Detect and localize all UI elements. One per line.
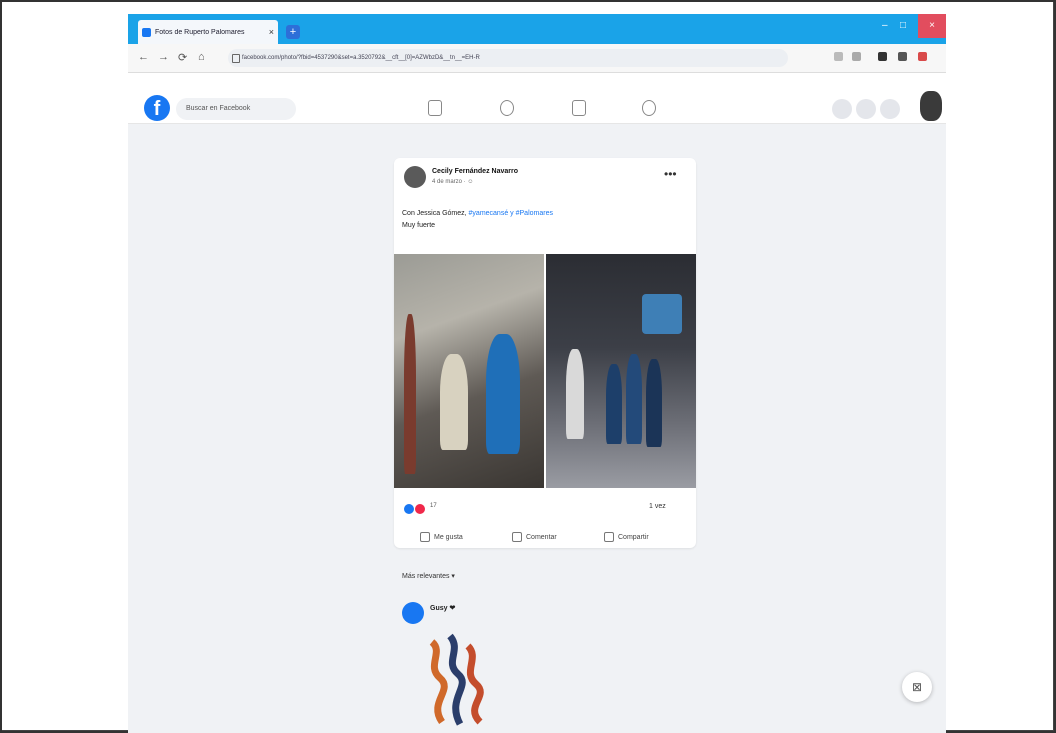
tab-close-icon[interactable]: ×: [269, 27, 278, 37]
photo-person-figure: [626, 354, 642, 444]
thumbs-up-icon: [420, 532, 430, 542]
tab-bar: Fotos de Ruperto Palomares × + – □ ×: [128, 14, 946, 44]
comments-sort-toggle[interactable]: Más relevantes ▾: [402, 572, 455, 580]
photo-person-figure: [646, 359, 662, 447]
photo-door-frame: [404, 314, 416, 474]
frame-border-top: [0, 0, 1056, 2]
post-photo-left[interactable]: [394, 254, 544, 488]
collections-icon[interactable]: [898, 52, 907, 61]
browser-tab[interactable]: Fotos de Ruperto Palomares ×: [138, 20, 278, 44]
new-tab-button[interactable]: +: [286, 25, 300, 39]
minimize-button[interactable]: –: [882, 20, 888, 31]
groups-nav-icon[interactable]: [642, 100, 656, 116]
reaction-count[interactable]: 17: [430, 503, 437, 509]
share-label: Compartir: [618, 533, 649, 541]
share-icon: [604, 532, 614, 542]
post-text-suffix: Muy fuerte: [402, 222, 436, 229]
reaction-icons[interactable]: [404, 504, 425, 514]
post-hashtag-link[interactable]: #Palomares: [516, 210, 553, 217]
photo-person-figure: [486, 334, 520, 454]
account-avatar[interactable]: [920, 91, 942, 121]
comment-button[interactable]: Comentar: [512, 532, 557, 542]
share-count[interactable]: 1 vez: [649, 503, 666, 510]
facebook-favicon-icon: [142, 27, 151, 37]
like-label: Me gusta: [434, 533, 463, 541]
home-nav-icon[interactable]: [428, 100, 442, 116]
photo-person-figure: [566, 349, 584, 439]
post-action-bar: Me gusta Comentar Compartir: [394, 532, 696, 548]
watch-nav-icon[interactable]: [500, 100, 514, 116]
facebook-search-input[interactable]: Buscar en Facebook: [176, 98, 296, 120]
comment-icon: [512, 532, 522, 542]
comment-sticker-image: [429, 633, 484, 726]
home-button[interactable]: ⌂: [198, 51, 205, 63]
like-reaction-icon: [404, 504, 414, 514]
post-text: Con Jessica Gómez, #yamecansé y #Palomar…: [402, 208, 688, 232]
post-timestamp[interactable]: 4 de marzo · ☺: [432, 179, 473, 185]
post-text-prefix: Con Jessica Gómez,: [402, 210, 469, 217]
close-viewer-button[interactable]: ⊠: [902, 672, 932, 702]
photo-person-figure: [606, 364, 622, 444]
maximize-button[interactable]: □: [900, 20, 906, 31]
photo-person-figure: [440, 354, 468, 450]
notifications-icon[interactable]: [880, 99, 900, 119]
comment-label: Comentar: [526, 533, 557, 541]
commenter-avatar[interactable]: [402, 602, 424, 624]
facebook-header: f Buscar en Facebook: [128, 73, 946, 124]
post-author-avatar[interactable]: [404, 166, 426, 188]
reload-button[interactable]: ⟳: [178, 51, 187, 64]
zoom-icon[interactable]: [834, 52, 843, 61]
url-input[interactable]: facebook.com/photo/?fbid=4537290&set=a.3…: [228, 49, 788, 67]
post-photo-right[interactable]: [546, 254, 696, 488]
marketplace-nav-icon[interactable]: [572, 100, 586, 116]
share-button[interactable]: Compartir: [604, 532, 649, 542]
photo-flag: [642, 294, 682, 334]
like-button[interactable]: Me gusta: [420, 532, 463, 542]
frame-border-left: [0, 0, 2, 733]
browser-window: Fotos de Ruperto Palomares × + – □ × ← →…: [128, 14, 946, 733]
lock-icon: [232, 54, 240, 63]
extension-icon[interactable]: [878, 52, 887, 61]
back-button[interactable]: ←: [138, 51, 149, 63]
tab-title: Fotos de Ruperto Palomares: [155, 28, 245, 36]
post-author-name[interactable]: Cecily Fernández Navarro: [432, 168, 518, 175]
menu-grid-icon[interactable]: [832, 99, 852, 119]
more-options-icon[interactable]: •••: [664, 167, 677, 181]
post-mention-link[interactable]: #yamecansé y: [469, 210, 516, 217]
address-bar: ← → ⟳ ⌂ facebook.com/photo/?fbid=4537290…: [128, 44, 946, 73]
messenger-icon[interactable]: [856, 99, 876, 119]
profile-icon[interactable]: [918, 52, 927, 61]
love-reaction-icon: [415, 504, 425, 514]
commenter-name[interactable]: Gusy ❤: [430, 604, 455, 612]
forward-button[interactable]: →: [158, 51, 169, 63]
post-card: Cecily Fernández Navarro 4 de marzo · ☺ …: [394, 158, 696, 548]
star-icon[interactable]: [852, 52, 861, 61]
facebook-logo-icon[interactable]: f: [144, 95, 170, 121]
close-window-button[interactable]: ×: [918, 14, 946, 38]
